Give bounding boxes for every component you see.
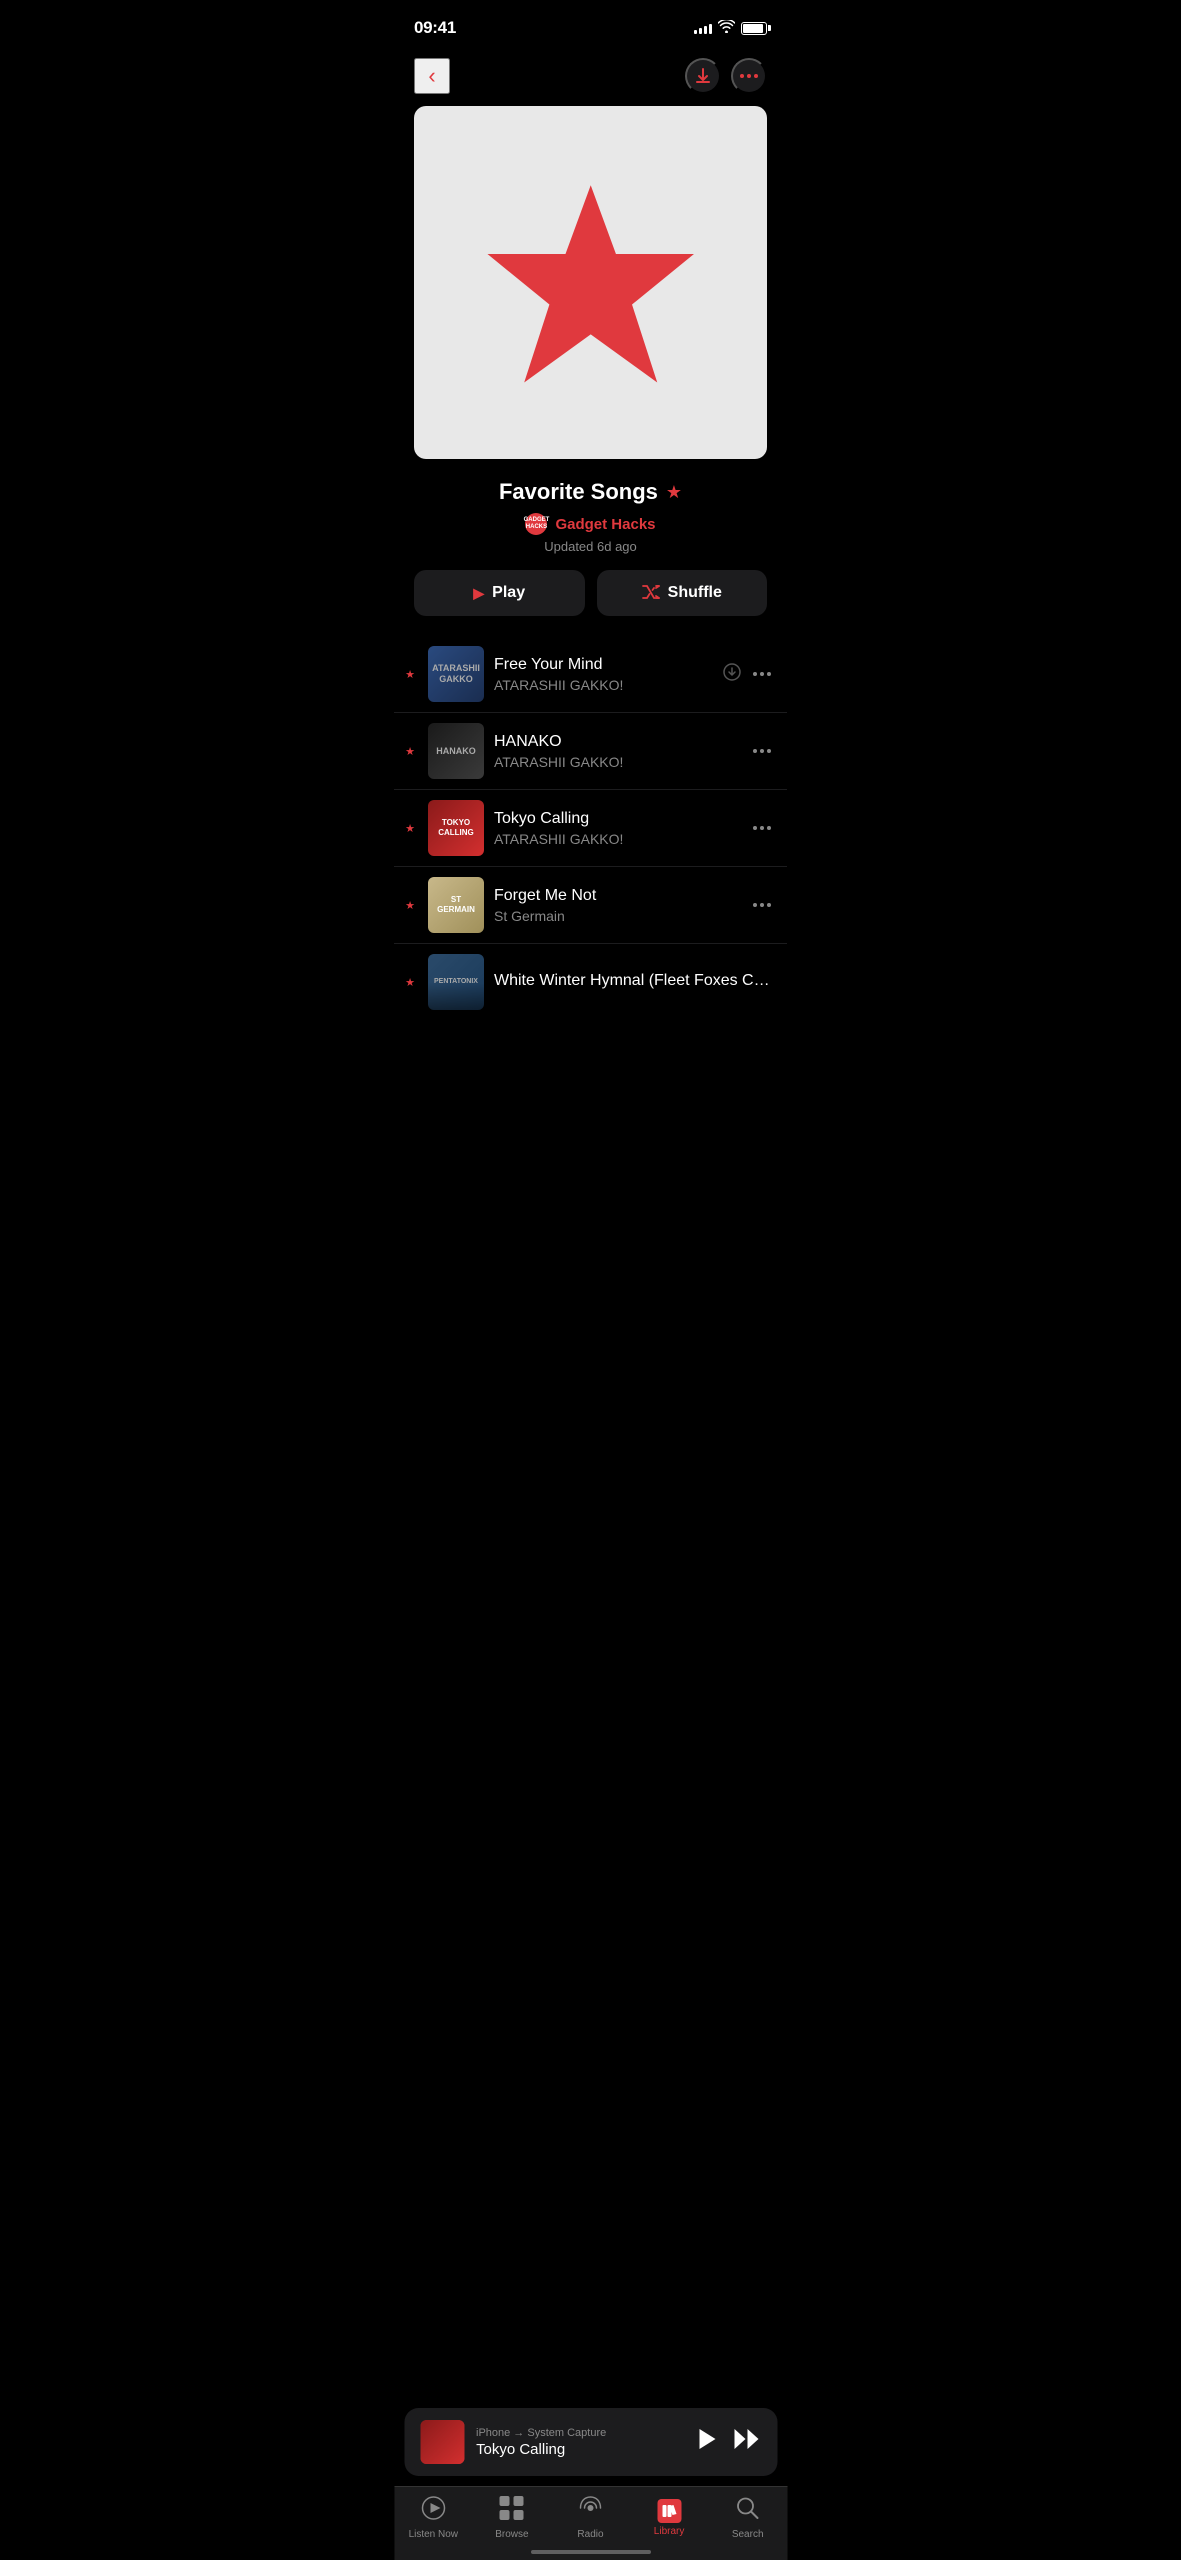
wifi-icon [718,20,735,36]
search-icon [735,2495,761,2526]
tab-radio[interactable]: Radio [560,2495,620,2540]
nav-actions [685,58,767,94]
mini-player-thumb [420,2420,464,2464]
song-favorite-star-5: ★ [402,976,418,989]
playlist-favorite-star: ★ [666,482,682,503]
song-thumb-1: ATARASHIIGAKKO [428,646,484,702]
artist-name[interactable]: Gadget Hacks [555,516,655,533]
home-indicator [531,2550,651,2554]
shuffle-button[interactable]: Shuffle [597,570,768,616]
tab-library-label: Library [654,2526,685,2537]
song-info-5: White Winter Hymnal (Fleet Foxes Cover) [494,972,771,993]
tab-bar: Listen Now Browse Radio [394,2486,787,2560]
download-button[interactable] [685,58,721,94]
song-actions-1 [723,663,771,686]
song-thumb-3: TOKYOCALLING [428,800,484,856]
song-thumb-2: HANAKO [428,723,484,779]
song-item-1[interactable]: ★ ATARASHIIGAKKO Free Your Mind ATARASHI… [394,636,787,713]
song-artist-4: St Germain [494,908,743,924]
tab-listen-now[interactable]: Listen Now [403,2495,463,2540]
song-info-3: Tokyo Calling ATARASHII GAKKO! [494,810,743,847]
song-actions-2 [753,749,771,753]
mini-player-title: Tokyo Calling [476,2441,685,2458]
status-icons [694,20,767,36]
more-options-button[interactable] [731,58,767,94]
mini-player-controls [697,2428,761,2456]
battery-icon [741,22,767,35]
song-favorite-star-1: ★ [402,668,418,681]
back-button[interactable]: ‹ [414,58,450,94]
play-button[interactable]: ▶ Play [414,570,585,616]
tab-radio-label: Radio [577,2529,603,2540]
status-bar: 09:41 [394,0,787,50]
radio-icon [577,2495,603,2526]
mini-forward-button[interactable] [733,2428,761,2456]
song-artist-3: ATARASHII GAKKO! [494,831,743,847]
mini-play-button[interactable] [697,2428,717,2456]
tab-browse-label: Browse [495,2529,528,2540]
song-artist-2: ATARASHII GAKKO! [494,754,743,770]
song-title-3: Tokyo Calling [494,810,743,828]
tab-search[interactable]: Search [718,2495,778,2540]
shuffle-label: Shuffle [668,584,722,602]
tab-browse[interactable]: Browse [482,2495,542,2540]
song-item-5[interactable]: ★ PENTATONIX White Winter Hymnal (Fleet … [394,944,787,1041]
song-favorite-star-3: ★ [402,822,418,835]
mini-player-info: iPhone → System Capture Tokyo Calling [476,2427,685,2458]
song-info-4: Forget Me Not St Germain [494,887,743,924]
nav-bar: ‹ [394,50,787,106]
song-info-1: Free Your Mind ATARASHII GAKKO! [494,656,713,693]
signal-icon [694,22,712,34]
song-actions-3 [753,826,771,830]
play-label: Play [492,584,525,602]
shuffle-icon [642,585,660,602]
song-artist-1: ATARASHII GAKKO! [494,677,713,693]
song-more-4[interactable] [753,903,771,907]
mini-player[interactable]: iPhone → System Capture Tokyo Calling [404,2408,777,2476]
library-icon [657,2499,681,2523]
artist-row: GADGETHACKS Gadget Hacks [414,513,767,535]
song-item-4[interactable]: ★ STGERMAIN Forget Me Not St Germain [394,867,787,944]
artist-avatar: GADGETHACKS [525,513,547,535]
song-title-5: White Winter Hymnal (Fleet Foxes Cover) [494,972,771,990]
song-title-4: Forget Me Not [494,887,743,905]
song-thumb-5: PENTATONIX [428,954,484,1010]
playlist-star-art [476,168,705,397]
song-download-1[interactable] [723,663,741,686]
tab-library[interactable]: Library [639,2499,699,2537]
playlist-info: Favorite Songs ★ GADGETHACKS Gadget Hack… [394,479,787,570]
playlist-title-row: Favorite Songs ★ [414,479,767,505]
playlist-title: Favorite Songs [499,479,658,505]
song-title-1: Free Your Mind [494,656,713,674]
action-buttons: ▶ Play Shuffle [394,570,787,636]
browse-icon [499,2495,525,2526]
song-item-3[interactable]: ★ TOKYOCALLING Tokyo Calling ATARASHII G… [394,790,787,867]
song-more-1[interactable] [753,672,771,676]
status-time: 09:41 [414,18,456,38]
song-list: ★ ATARASHIIGAKKO Free Your Mind ATARASHI… [394,636,787,1041]
song-info-2: HANAKO ATARASHII GAKKO! [494,733,743,770]
listen-now-icon [420,2495,446,2526]
song-favorite-star-2: ★ [402,745,418,758]
play-icon: ▶ [473,585,484,602]
song-more-2[interactable] [753,749,771,753]
song-title-2: HANAKO [494,733,743,751]
album-art [414,106,767,459]
song-more-3[interactable] [753,826,771,830]
song-favorite-star-4: ★ [402,899,418,912]
mini-player-source: iPhone → System Capture [476,2427,685,2439]
tab-listen-now-label: Listen Now [409,2529,458,2540]
song-item-2[interactable]: ★ HANAKO HANAKO ATARASHII GAKKO! [394,713,787,790]
album-art-container [394,106,787,479]
tab-search-label: Search [732,2529,764,2540]
song-actions-4 [753,903,771,907]
updated-text: Updated 6d ago [414,539,767,554]
song-thumb-4: STGERMAIN [428,877,484,933]
